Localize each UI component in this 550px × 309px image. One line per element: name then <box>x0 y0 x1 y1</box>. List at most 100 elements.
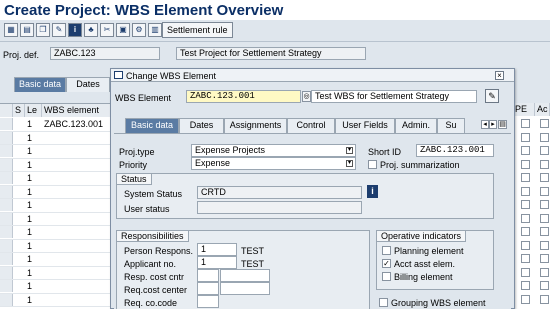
level-cell[interactable]: 1 <box>25 172 42 185</box>
row-selector[interactable] <box>0 280 13 292</box>
ac-checkbox[interactable] <box>540 132 549 142</box>
pe-checkbox[interactable] <box>521 227 530 236</box>
copy-icon[interactable]: ❐ <box>36 23 50 37</box>
req-co-code-field[interactable] <box>197 295 219 308</box>
level-cell[interactable]: 1 <box>25 253 42 266</box>
layout-icon[interactable]: ▥ <box>148 23 162 37</box>
row-selector[interactable] <box>0 293 13 306</box>
tab-scroll-left-icon[interactable]: ◂ <box>481 120 489 129</box>
ac-checkbox[interactable] <box>540 281 549 290</box>
close-icon[interactable]: × <box>495 71 504 80</box>
grouping-wbs-checkbox[interactable] <box>379 298 388 307</box>
dialog-tab-dates[interactable]: Dates <box>179 118 224 133</box>
ac-checkbox[interactable] <box>540 173 549 182</box>
pe-checkbox[interactable] <box>521 186 530 196</box>
wbs-cell[interactable]: ZABC.123.001 <box>42 118 112 131</box>
ac-checkbox[interactable] <box>540 294 549 304</box>
wbs-cell[interactable] <box>42 226 112 239</box>
ac-checkbox[interactable] <box>540 159 549 169</box>
req-cost-center-field[interactable] <box>197 282 219 295</box>
resp-cost-center-field[interactable] <box>197 269 219 282</box>
paste-icon[interactable]: ▣ <box>116 23 130 37</box>
ac-checkbox[interactable] <box>540 146 549 155</box>
level-cell[interactable]: 1 <box>25 240 42 253</box>
hierarchy-icon[interactable]: ♣ <box>84 23 98 37</box>
dialog-tab-su[interactable]: Su <box>437 118 465 133</box>
level-cell[interactable]: 1 <box>25 267 42 280</box>
wbs-description-field[interactable]: Test WBS for Settlement Strategy <box>311 90 477 103</box>
level-cell[interactable]: 1 <box>25 132 42 145</box>
detail-icon[interactable]: ▤ <box>20 23 34 37</box>
wbs-cell[interactable] <box>42 280 112 293</box>
tab-scroll-right-icon[interactable]: ▸ <box>489 120 497 129</box>
row-selector[interactable] <box>0 266 13 279</box>
row-selector[interactable] <box>0 118 13 130</box>
pe-checkbox[interactable] <box>521 294 530 304</box>
level-cell[interactable]: 1 <box>25 118 42 131</box>
dropdown-icon[interactable]: ▾ <box>346 160 353 167</box>
row-selector[interactable] <box>0 199 13 211</box>
planning-element-checkbox[interactable] <box>382 246 391 255</box>
row-selector[interactable] <box>0 172 13 184</box>
pe-checkbox[interactable] <box>521 240 530 250</box>
short-id-field[interactable]: ZABC.123.001 <box>416 144 494 157</box>
status-info-icon[interactable]: i <box>367 185 378 198</box>
dialog-tab-control[interactable]: Control <box>287 118 335 133</box>
ac-checkbox[interactable] <box>540 227 549 236</box>
wbs-element-field[interactable]: ZABC.123.001 <box>186 90 301 103</box>
wbs-cell[interactable] <box>42 253 112 266</box>
cut-icon[interactable]: ✂ <box>100 23 114 37</box>
info-icon[interactable]: i <box>68 23 82 37</box>
wbs-cell[interactable] <box>42 199 112 212</box>
wbs-cell[interactable] <box>42 213 112 226</box>
ac-checkbox[interactable] <box>540 119 549 128</box>
priority-select[interactable]: Expense <box>191 157 356 170</box>
proj-def-field[interactable]: ZABC.123 <box>50 47 160 60</box>
overview-icon[interactable]: ▦ <box>4 23 18 37</box>
settlement-rule-button[interactable]: Settlement rule <box>162 22 233 38</box>
dialog-tab-basic-data[interactable]: Basic data <box>125 118 179 133</box>
user-status-field[interactable] <box>197 201 362 214</box>
pe-checkbox[interactable] <box>521 200 530 209</box>
dialog-tab-admin[interactable]: Admin. <box>395 118 437 133</box>
pe-checkbox[interactable] <box>521 119 530 128</box>
level-cell[interactable]: 1 <box>25 294 42 307</box>
level-cell[interactable]: 1 <box>25 226 42 239</box>
pe-checkbox[interactable] <box>521 159 530 169</box>
ac-checkbox[interactable] <box>540 200 549 209</box>
proj-summarization-checkbox[interactable] <box>368 160 377 169</box>
proj-type-select[interactable]: Expense Projects <box>191 144 356 157</box>
settings-icon[interactable]: ⚙ <box>132 23 146 37</box>
matchcode-icon[interactable]: ◎ <box>302 91 311 102</box>
tab-basic-data[interactable]: Basic data <box>14 77 66 92</box>
level-cell[interactable]: 1 <box>25 186 42 199</box>
ac-checkbox[interactable] <box>540 240 549 250</box>
person-respons-field[interactable]: 1 <box>197 243 237 256</box>
pe-checkbox[interactable] <box>521 132 530 142</box>
pe-checkbox[interactable] <box>521 213 530 223</box>
pe-checkbox[interactable] <box>521 281 530 290</box>
wbs-cell[interactable] <box>42 172 112 185</box>
wbs-cell[interactable] <box>42 267 112 280</box>
dropdown-icon[interactable]: ▾ <box>346 147 353 154</box>
pe-checkbox[interactable] <box>521 173 530 182</box>
row-selector[interactable] <box>0 185 13 198</box>
wbs-cell[interactable] <box>42 159 112 172</box>
wbs-cell[interactable] <box>42 145 112 158</box>
row-selector[interactable] <box>0 145 13 157</box>
pe-checkbox[interactable] <box>521 267 530 277</box>
edit-icon[interactable]: ✎ <box>52 23 66 37</box>
applicant-no-field[interactable]: 1 <box>197 256 237 269</box>
row-selector[interactable] <box>0 239 13 252</box>
ac-checkbox[interactable] <box>540 254 549 263</box>
dialog-tab-assignments[interactable]: Assignments <box>224 118 287 133</box>
row-selector[interactable] <box>0 158 13 171</box>
wbs-cell[interactable] <box>42 240 112 253</box>
billing-element-checkbox[interactable] <box>382 272 391 281</box>
wbs-cell[interactable] <box>42 294 112 307</box>
tab-list-icon[interactable]: ▤ <box>498 120 507 129</box>
ac-checkbox[interactable] <box>540 213 549 223</box>
wbs-cell[interactable] <box>42 186 112 199</box>
tab-dates[interactable]: Dates <box>66 77 110 92</box>
ac-checkbox[interactable] <box>540 267 549 277</box>
